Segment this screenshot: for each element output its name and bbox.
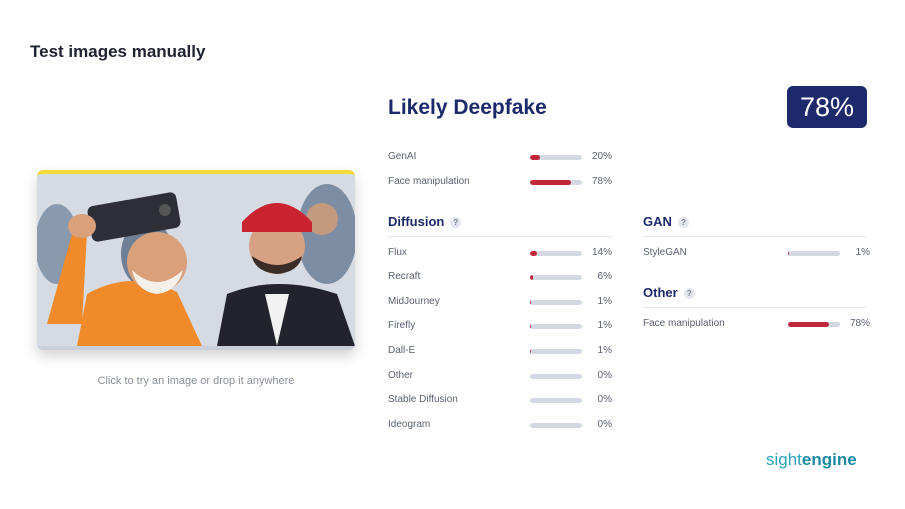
diffusion-row: Recraft 6% xyxy=(388,271,618,285)
score-badge: 78% xyxy=(787,86,867,128)
diffusion-row: Firefly 1% xyxy=(388,320,618,334)
diffusion-row: Flux 14% xyxy=(388,247,618,261)
row-label: Firefly xyxy=(388,320,416,331)
gan-row: StyleGAN 1% xyxy=(643,247,873,261)
diffusion-row: Other 0% xyxy=(388,370,618,384)
progress-bar xyxy=(530,398,582,403)
progress-fill xyxy=(788,251,789,256)
summary-row-face-manipulation: Face manipulation 78% xyxy=(388,176,618,190)
help-icon[interactable]: ? xyxy=(677,217,689,229)
row-percent: 0% xyxy=(597,370,612,381)
row-label: GenAI xyxy=(388,151,417,162)
help-icon[interactable]: ? xyxy=(450,217,462,229)
progress-bar xyxy=(530,155,582,160)
divider xyxy=(388,236,612,237)
section-title: Other xyxy=(643,285,678,300)
progress-fill xyxy=(530,300,531,305)
progress-bar xyxy=(530,275,582,280)
row-label: Dall-E xyxy=(388,345,416,356)
row-percent: 1% xyxy=(855,247,870,258)
row-label: Recraft xyxy=(388,271,421,282)
row-percent: 6% xyxy=(597,271,612,282)
progress-bar xyxy=(530,374,582,379)
brand-logo[interactable]: sightengine xyxy=(766,450,857,470)
progress-fill xyxy=(530,324,531,329)
progress-bar xyxy=(788,322,840,327)
progress-bar xyxy=(530,349,582,354)
row-percent: 78% xyxy=(591,176,612,187)
row-label: Ideogram xyxy=(388,419,431,430)
progress-fill xyxy=(530,251,538,256)
row-percent: 0% xyxy=(597,394,612,405)
help-icon[interactable]: ? xyxy=(683,288,695,300)
summary-row-genai: GenAI 20% xyxy=(388,151,618,165)
selfie-photo-illustration xyxy=(37,174,355,346)
progress-fill xyxy=(788,322,829,327)
row-percent: 78% xyxy=(849,318,870,329)
row-percent: 14% xyxy=(591,247,612,258)
row-label: MidJourney xyxy=(388,296,440,307)
row-percent: 1% xyxy=(597,345,612,356)
row-percent: 20% xyxy=(591,151,612,162)
upload-caption[interactable]: Click to try an image or drop it anywher… xyxy=(37,375,355,387)
progress-fill xyxy=(530,349,531,354)
divider xyxy=(643,307,867,308)
section-title: Diffusion xyxy=(388,214,445,229)
row-percent: 1% xyxy=(597,320,612,331)
diffusion-row: Ideogram 0% xyxy=(388,419,618,433)
uploaded-image-preview[interactable] xyxy=(37,170,355,350)
diffusion-heading: Diffusion? xyxy=(388,214,462,229)
row-label: Flux xyxy=(388,247,407,258)
row-percent: 0% xyxy=(597,419,612,430)
row-label: Face manipulation xyxy=(388,176,470,187)
progress-bar xyxy=(530,251,582,256)
other-row: Face manipulation 78% xyxy=(643,318,873,332)
row-percent: 1% xyxy=(597,296,612,307)
progress-bar xyxy=(530,324,582,329)
progress-bar xyxy=(530,180,582,185)
progress-fill xyxy=(530,180,571,185)
page-title: Test images manually xyxy=(30,42,206,61)
row-label: Face manipulation xyxy=(643,318,725,329)
verdict-title: Likely Deepfake xyxy=(388,96,547,119)
progress-fill xyxy=(530,275,534,280)
progress-fill xyxy=(530,155,541,160)
progress-bar xyxy=(530,300,582,305)
other-heading: Other? xyxy=(643,285,695,300)
brand-part-2: engine xyxy=(801,450,857,469)
progress-bar xyxy=(530,423,582,428)
diffusion-row: MidJourney 1% xyxy=(388,296,618,310)
gan-heading: GAN? xyxy=(643,214,689,229)
diffusion-row: Stable Diffusion 0% xyxy=(388,394,618,408)
divider xyxy=(643,236,867,237)
brand-part-1: sight xyxy=(766,450,802,469)
section-title: GAN xyxy=(643,214,672,229)
progress-bar xyxy=(788,251,840,256)
row-label: StyleGAN xyxy=(643,247,687,258)
row-label: Other xyxy=(388,370,414,381)
diffusion-row: Dall-E 1% xyxy=(388,345,618,359)
row-label: Stable Diffusion xyxy=(388,394,458,405)
